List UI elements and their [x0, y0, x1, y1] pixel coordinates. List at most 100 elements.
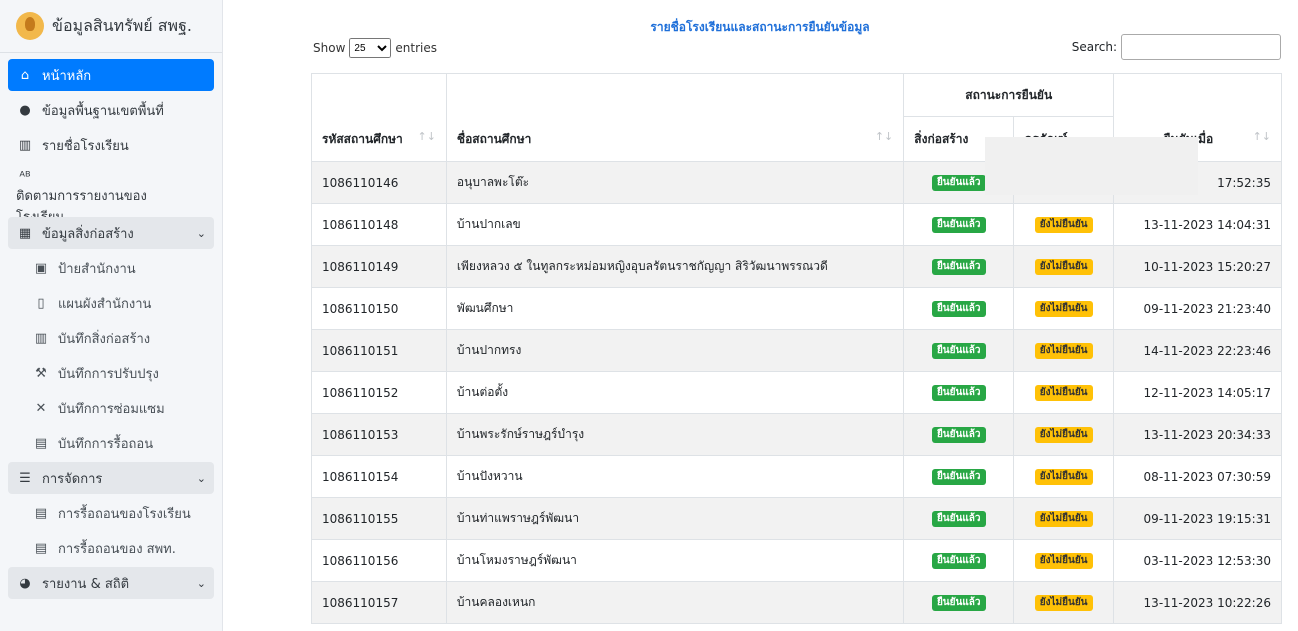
table-row[interactable]: 1086110153 บ้านพระรักษ์ราษฎร์บำรุง ยืนยันแ…: [311, 413, 1282, 456]
sidebar-item-office-demolition[interactable]: ▤ การรื้อถอนของ สพท.: [8, 532, 214, 564]
table-row[interactable]: 1086110150 พัฒนศึกษา ยืนยันแล้ว ยังไม่ยืนยั…: [311, 287, 1282, 330]
cell-text: บ้านคลองเหนก: [456, 595, 536, 609]
cell-text: 1086110151: [322, 343, 399, 358]
table-row[interactable]: 1086110155 บ้านท่าแพราษฎร์พัฒนา ยืนยันแล้ว…: [311, 497, 1282, 540]
sidebar-item-buildings[interactable]: ▦ ข้อมูลสิ่งก่อสร้าง ⌄: [8, 217, 214, 249]
cell-text: 1086110155: [322, 511, 399, 526]
cell-text: 1086110152: [322, 385, 399, 400]
cell-text: 09-11-2023 19:15:31: [1143, 511, 1271, 526]
cell-building: ยืนยันแล้ว: [903, 413, 1015, 456]
page-length-select[interactable]: 25: [349, 38, 392, 58]
cell-name: บ้านปากทรง: [445, 329, 905, 372]
sidebar-item-management[interactable]: ☰ การจัดการ ⌄: [8, 462, 214, 494]
cell-text: อนุบาลพะโต๊ะ: [456, 175, 530, 189]
status-badge: ยืนยันแล้ว: [931, 511, 986, 527]
cell-building: ยืนยันแล้ว: [903, 497, 1015, 540]
cell-text: บ้านต่อตั้ง: [456, 385, 509, 399]
cell-confirmed_at: 13-11-2023 10:22:26: [1113, 581, 1282, 624]
sort-icon: ↑↓: [417, 130, 436, 143]
cell-text: 03-11-2023 12:53:30: [1143, 553, 1271, 568]
brand[interactable]: ข้อมูลสินทรัพย์ สพฐ.: [0, 0, 222, 53]
cell-confirmed_at: 14-11-2023 22:23:46: [1113, 329, 1282, 372]
tasks-icon: ☰: [19, 470, 31, 486]
cell-text: 1086110156: [322, 553, 399, 568]
cell-code: 1086110150: [311, 287, 447, 330]
cell-code: 1086110146: [311, 161, 447, 204]
status-badge: ยังไม่ยืนยัน: [1034, 301, 1093, 317]
search-label: Search:: [1071, 40, 1117, 54]
table-row[interactable]: 1086110154 บ้านปังหวาน ยืนยันแล้ว ยังไม่ยืน…: [311, 455, 1282, 498]
cell-text: 1086110157: [322, 595, 399, 610]
cell-text: บ้านปังหวาน: [456, 469, 523, 483]
sidebar-item-label: หน้าหลัก: [42, 68, 92, 84]
table-row[interactable]: 1086110152 บ้านต่อตั้ง ยืนยันแล้ว ยังไม่ยืน…: [311, 371, 1282, 414]
cell-confirmed_at: 08-11-2023 07:30:59: [1113, 455, 1282, 498]
sidebar-item-repair[interactable]: ✕ บันทึกการซ่อมแซม: [8, 392, 214, 424]
table-row[interactable]: 1086110151 บ้านปากทรง ยืนยันแล้ว ยังไม่ยืนย…: [311, 329, 1282, 372]
cell-name: อนุบาลพะโต๊ะ: [445, 161, 905, 204]
cell-name: พัฒนศึกษา: [445, 287, 905, 330]
cell-confirmed_at: 03-11-2023 12:53:30: [1113, 539, 1282, 582]
cell-code: 1086110155: [311, 497, 447, 540]
cell-other: ยังไม่ยืนยัน: [1013, 539, 1115, 582]
sidebar-item-building-records[interactable]: ▥ บันทึกสิ่งก่อสร้าง: [8, 322, 214, 354]
tooltip-overlay: [985, 137, 1198, 195]
status-badge: ยืนยันแล้ว: [931, 343, 986, 359]
sidebar: ข้อมูลสินทรัพย์ สพฐ. ⌂ หน้าหลัก ● ข้อมูล…: [0, 0, 223, 631]
header-code-label: รหัสสถานศึกษา: [322, 132, 403, 146]
cell-other: ยังไม่ยืนยัน: [1013, 413, 1115, 456]
status-badge: ยังไม่ยืนยัน: [1034, 259, 1093, 275]
sidebar-item-label: การรื้อถอนของ สพท.: [58, 541, 176, 557]
sidebar-item-school-demolition[interactable]: ▤ การรื้อถอนของโรงเรียน: [8, 497, 214, 529]
cell-text: 08-11-2023 07:30:59: [1143, 469, 1271, 484]
cell-other: ยังไม่ยืนยัน: [1013, 455, 1115, 498]
sidebar-item-area-info[interactable]: ● ข้อมูลพื้นฐานเขตพื้นที่: [8, 94, 214, 126]
cell-text: 10-11-2023 15:20:27: [1143, 259, 1271, 274]
cell-name: บ้านคลองเหนก: [445, 581, 905, 624]
header-name[interactable]: ชื่อสถานศึกษา ↑↓: [445, 73, 905, 162]
cell-text: บ้านปากทรง: [456, 343, 522, 357]
cell-confirmed_at: 09-11-2023 21:23:40: [1113, 287, 1282, 330]
cell-name: บ้านท่าแพราษฎร์พัฒนา: [445, 497, 905, 540]
status-badge: ยืนยันแล้ว: [931, 385, 986, 401]
sidebar-item-label: รายงาน & สถิติ: [42, 576, 130, 592]
header-status-group: สถานะการยืนยัน: [903, 73, 1115, 117]
header-name-label: ชื่อสถานศึกษา: [456, 132, 532, 146]
trash-icon: ▤: [34, 505, 48, 521]
sidebar-item-demolition[interactable]: ▤ บันทึกการรื้อถอน: [8, 427, 214, 459]
cell-text: บ้านโหมงราษฎร์พัฒนา: [456, 553, 577, 567]
status-badge: ยังไม่ยืนยัน: [1034, 427, 1093, 443]
cell-name: บ้านปังหวาน: [445, 455, 905, 498]
table-row[interactable]: 1086110156 บ้านโหมงราษฎร์พัฒนา ยืนยันแล้ว ย…: [311, 539, 1282, 582]
cell-building: ยืนยันแล้ว: [903, 371, 1015, 414]
trash-icon: ▤: [34, 435, 48, 451]
sidebar-item-reports[interactable]: ◕ รายงาน & สถิติ ⌄: [8, 567, 214, 599]
cell-text: พัฒนศึกษา: [456, 301, 514, 315]
table-row[interactable]: 1086110149 เพียงหลวง ๕ ในทูลกระหม่อมหญิงอ…: [311, 245, 1282, 288]
sidebar-item-schools[interactable]: ▥ รายชื่อโรงเรียน: [8, 129, 214, 161]
header-code[interactable]: รหัสสถานศึกษา ↑↓: [311, 73, 447, 162]
sidebar-item-home[interactable]: ⌂ หน้าหลัก: [8, 59, 214, 91]
cell-other: ยังไม่ยืนยัน: [1013, 203, 1115, 246]
search-input[interactable]: [1121, 34, 1281, 60]
sidebar-item-office-sign[interactable]: ▣ ป้ายสำนักงาน: [8, 252, 214, 284]
status-badge: ยังไม่ยืนยัน: [1034, 385, 1093, 401]
cell-name: บ้านโหมงราษฎร์พัฒนา: [445, 539, 905, 582]
sidebar-item-label: บันทึกการรื้อถอน: [58, 436, 154, 452]
cell-building: ยืนยันแล้ว: [903, 245, 1015, 288]
cell-building: ยืนยันแล้ว: [903, 329, 1015, 372]
cell-confirmed_at: 12-11-2023 14:05:17: [1113, 371, 1282, 414]
cell-name: เพียงหลวง ๕ ในทูลกระหม่อมหญิงอุบลรัตนราช…: [445, 245, 905, 288]
table-row[interactable]: 1086110157 บ้านคลองเหนก ยืนยันแล้ว ยังไม่ยื…: [311, 581, 1282, 624]
sidebar-item-office-map[interactable]: ▯ แผนผังสำนักงาน: [8, 287, 214, 319]
sign-icon: ▣: [34, 260, 48, 276]
sidebar-item-tracking[interactable]: ᴬᴮ ติดตามการรายงานของโรงเรียน: [8, 164, 214, 225]
sidebar-item-label: ข้อมูลพื้นฐานเขตพื้นที่: [42, 103, 164, 119]
chevron-down-icon: ⌄: [196, 226, 206, 240]
sidebar-item-renovation[interactable]: ⚒ บันทึกการปรับปรุง: [8, 357, 214, 389]
status-badge: ยังไม่ยืนยัน: [1034, 553, 1093, 569]
table-row[interactable]: 1086110148 บ้านปากเลข ยืนยันแล้ว ยังไม่ยืนย…: [311, 203, 1282, 246]
pie-chart-icon: ◕: [19, 575, 31, 591]
cell-text: 1086110150: [322, 301, 399, 316]
table-body: 1086110146อนุบาลพะโต๊ะยืนยันแล้วยังไม่ยื…: [311, 161, 1282, 624]
